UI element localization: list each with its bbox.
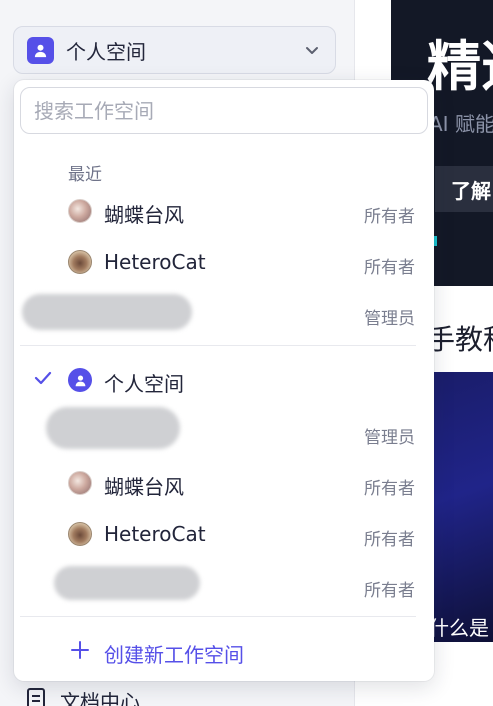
redacted-workspace-name — [46, 407, 180, 449]
video-caption: 什么是 — [433, 616, 489, 640]
sidebar-item-doc-center[interactable]: 文档中心 — [26, 686, 140, 706]
workspace-switcher-label: 个人空间 — [66, 39, 146, 64]
workspace-switcher[interactable]: 个人空间 — [13, 26, 336, 74]
cat-avatar — [68, 522, 92, 546]
workspace-item-selected[interactable]: 个人空间 — [14, 357, 434, 403]
workspace-role: 所有者 — [364, 581, 415, 601]
hero-title: 精选 — [427, 35, 493, 98]
workspace-role: 所有者 — [364, 530, 415, 550]
workspace-item[interactable]: HeteroCat 所有者 — [14, 511, 434, 557]
workspace-role: 所有者 — [364, 258, 415, 278]
check-icon — [34, 370, 52, 390]
divider — [20, 345, 416, 346]
workspace-item[interactable]: 所有者 — [14, 562, 434, 608]
workspace-name: HeteroCat — [104, 522, 206, 546]
workspace-role: 所有者 — [364, 479, 415, 499]
tutorial-video-card[interactable]: 什么是 — [433, 372, 493, 642]
hero-learn-more-button[interactable]: 了解 — [435, 166, 493, 212]
workspace-role: 所有者 — [364, 207, 415, 227]
redacted-workspace-name — [54, 566, 200, 600]
create-workspace-label: 创建新工作空间 — [104, 643, 244, 667]
chevron-down-icon — [303, 41, 321, 63]
workspace-name: 蝴蝶台风 — [104, 475, 184, 499]
create-workspace-button[interactable]: 创建新工作空间 — [14, 628, 434, 674]
plus-icon — [70, 640, 90, 664]
workspace-item[interactable]: 蝴蝶台风 所有者 — [14, 188, 434, 234]
workspace-person-icon — [27, 36, 54, 64]
workspace-item[interactable]: 管理员 — [14, 407, 434, 455]
cat-avatar — [68, 250, 92, 274]
tutorial-section-title: 手教程 — [427, 323, 493, 356]
workspace-item[interactable]: 管理员 — [14, 290, 434, 336]
workspace-name: 个人空间 — [104, 372, 184, 396]
workspace-name: 蝴蝶台风 — [104, 203, 184, 227]
divider — [20, 616, 416, 617]
sidebar-item-label: 文档中心 — [60, 690, 140, 706]
document-icon — [26, 687, 46, 706]
butterfly-avatar — [68, 199, 92, 223]
redacted-workspace-name — [22, 294, 192, 330]
butterfly-avatar — [68, 471, 92, 495]
workspace-role: 管理员 — [364, 309, 415, 329]
workspace-item[interactable]: HeteroCat 所有者 — [14, 239, 434, 285]
recent-section-title: 最近 — [68, 165, 102, 185]
workspace-dropdown: 最近 蝴蝶台风 所有者 HeteroCat 所有者 管理员 个人空间 管理员 蝴… — [14, 80, 434, 681]
workspace-role: 管理员 — [364, 428, 415, 448]
workspace-search-input[interactable] — [20, 87, 428, 134]
hero-subtitle: AI 赋能 — [429, 112, 493, 136]
person-icon — [68, 368, 92, 392]
workspace-item[interactable]: 蝴蝶台风 所有者 — [14, 460, 434, 506]
workspace-name: HeteroCat — [104, 250, 206, 274]
